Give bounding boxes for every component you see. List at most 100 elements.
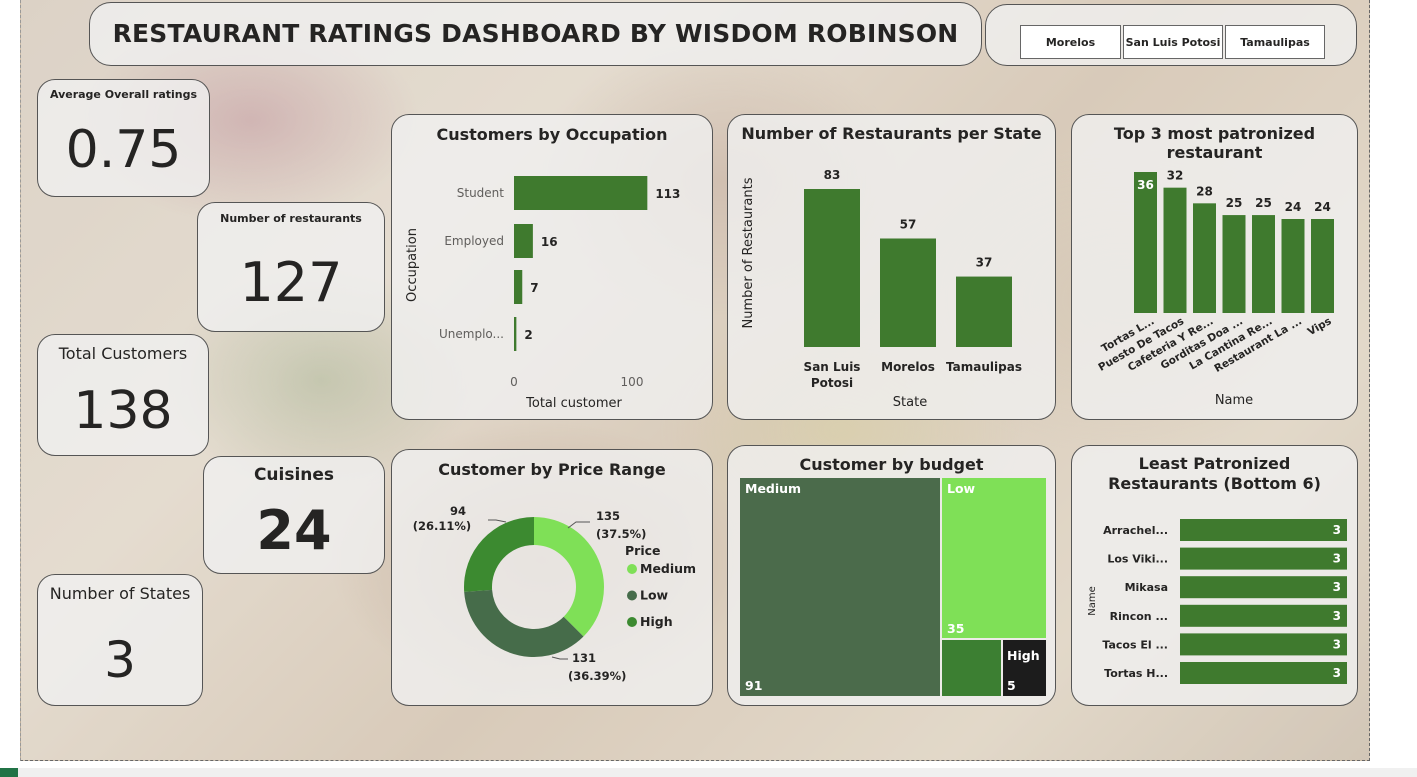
x-axis-title: State bbox=[893, 395, 927, 410]
slicer-tamaulipas[interactable]: Tamaulipas bbox=[1225, 25, 1325, 59]
category-label: Rincon ... bbox=[1110, 610, 1168, 623]
data-label: 131 bbox=[572, 651, 596, 665]
data-label: 3 bbox=[1333, 609, 1341, 623]
category-label: Morelos bbox=[881, 360, 935, 374]
tile-value: 35 bbox=[947, 621, 964, 636]
sheet-tab bbox=[0, 768, 18, 777]
data-label: 32 bbox=[1167, 169, 1184, 183]
data-label: 24 bbox=[1314, 200, 1331, 214]
data-label: 25 bbox=[1226, 196, 1243, 210]
bar bbox=[514, 224, 533, 258]
data-label: 2 bbox=[524, 328, 532, 342]
kpi-value: 127 bbox=[239, 251, 343, 314]
kpi-average-rating: Average Overall ratings 0.75 bbox=[37, 79, 210, 197]
bar bbox=[1180, 547, 1347, 570]
kpi-cuisines: Cuisines 24 bbox=[203, 456, 385, 574]
data-label: 16 bbox=[541, 235, 558, 249]
bar bbox=[1180, 519, 1347, 541]
dashboard-title: RESTAURANT RATINGS DASHBOARD BY WISDOM R… bbox=[112, 19, 959, 48]
category-label: Tortas H... bbox=[1104, 667, 1168, 680]
data-label: 3 bbox=[1333, 666, 1341, 680]
bar bbox=[1134, 172, 1157, 313]
tile-value: 91 bbox=[745, 678, 762, 693]
tick-label: 100 bbox=[621, 375, 644, 389]
least-restaurants-bar-chart: 3 Arrachel... 3 Los Viki... 3 Mikasa 3 Rincon .… bbox=[1087, 519, 1347, 684]
category-label: San Luis Potosi bbox=[804, 360, 861, 390]
data-label: 3 bbox=[1333, 580, 1341, 594]
category-label: Arrachel... bbox=[1103, 524, 1168, 537]
treemap-tile bbox=[942, 478, 1046, 638]
y-axis-title: Occupation bbox=[405, 228, 420, 302]
legend-label: High bbox=[640, 614, 673, 629]
bar bbox=[1222, 215, 1246, 313]
data-label: 3 bbox=[1333, 552, 1341, 566]
kpi-value: 138 bbox=[73, 381, 173, 441]
state-bar-chart: 83 57 37 San Luis Potosi Morelos Tamaulipas Sta… bbox=[741, 168, 1022, 410]
data-label: 57 bbox=[900, 217, 917, 231]
least-restaurants-card: Least Patronized Restaurants (Bottom 6) … bbox=[1071, 445, 1358, 706]
category-label: Vips bbox=[1306, 315, 1334, 338]
slicer-morelos[interactable]: Morelos bbox=[1020, 25, 1121, 59]
data-label-pct: (37.5%) bbox=[596, 527, 646, 541]
donut-slice bbox=[464, 517, 534, 592]
bar bbox=[1193, 203, 1216, 313]
category-label: Los Viki... bbox=[1107, 553, 1168, 566]
data-label: 28 bbox=[1196, 184, 1213, 198]
price-donut-chart: 135 (37.5%) 131 (36.39%) 94(26.11%) Price Medi… bbox=[413, 504, 696, 683]
top-restaurants-bar-chart: 36Tortas L...32Puesto De Tacos28Cafeteri… bbox=[1096, 169, 1334, 408]
state-chart-card: Number of Restaurants per State 83 57 37 Sa… bbox=[727, 114, 1056, 420]
category-label: Tacos El ... bbox=[1102, 638, 1168, 651]
legend-label: Medium bbox=[640, 561, 696, 576]
kpi-label: Total Customers bbox=[58, 344, 188, 363]
kpi-number-of-states: Number of States 3 bbox=[37, 574, 203, 706]
legend-title: Price bbox=[625, 543, 661, 558]
kpi-label: Average Overall ratings bbox=[49, 88, 198, 101]
bar bbox=[514, 317, 517, 351]
occupation-chart-card: Customers by Occupation 113 Student 16 Empl… bbox=[391, 114, 713, 420]
kpi-value: 24 bbox=[256, 499, 332, 562]
category-label: Student bbox=[457, 186, 505, 200]
bottom-strip bbox=[0, 768, 1417, 777]
treemap-tile bbox=[740, 478, 940, 696]
bar bbox=[1281, 219, 1305, 313]
price-range-card: Customer by Price Range 135 (37.5%) 131 (36… bbox=[391, 449, 713, 706]
category-label: Mikasa bbox=[1125, 581, 1168, 594]
category-label: Unemplo... bbox=[439, 327, 504, 341]
y-axis-title: Name bbox=[1087, 586, 1098, 616]
state-slicer: Morelos San Luis Potosi Tamaulipas bbox=[985, 4, 1357, 66]
bar bbox=[514, 176, 648, 210]
bar bbox=[956, 276, 1012, 347]
budget-treemap: Medium 91 Low 35 High 5 bbox=[740, 478, 1046, 696]
y-axis-title: Number of Restaurants bbox=[741, 177, 756, 328]
title-card: RESTAURANT RATINGS DASHBOARD BY WISDOM R… bbox=[89, 2, 982, 66]
kpi-label: Number of restaurants bbox=[220, 212, 362, 225]
leader-line bbox=[488, 519, 507, 523]
kpi-number-of-restaurants: Number of restaurants 127 bbox=[197, 202, 385, 332]
data-label-pct: (26.11%) bbox=[413, 519, 471, 533]
data-label: 37 bbox=[976, 256, 993, 270]
bar bbox=[804, 189, 860, 347]
dashboard-canvas: RESTAURANT RATINGS DASHBOARD BY WISDOM R… bbox=[20, 0, 1370, 761]
data-label: 25 bbox=[1255, 196, 1272, 210]
slicer-san-luis-potosi[interactable]: San Luis Potosi bbox=[1123, 25, 1223, 59]
bar bbox=[1180, 576, 1347, 599]
kpi-label: Cuisines bbox=[253, 465, 335, 485]
leader-line bbox=[551, 656, 568, 660]
data-label: 94 bbox=[450, 504, 466, 518]
data-label: 3 bbox=[1333, 637, 1341, 651]
data-label: 135 bbox=[596, 509, 620, 523]
treemap-tile bbox=[942, 640, 1001, 696]
legend-marker bbox=[627, 617, 637, 627]
bar bbox=[514, 270, 523, 304]
legend-marker bbox=[627, 564, 637, 574]
occupation-bar-chart: 113 Student 16 Employed 7 2 Unemplo... 0 100 Tota… bbox=[405, 176, 680, 411]
tile-label: High bbox=[1007, 648, 1040, 663]
x-axis-title: Name bbox=[1215, 393, 1253, 408]
bar bbox=[1252, 215, 1275, 313]
legend-label: Low bbox=[640, 588, 669, 603]
category-label: Employed bbox=[444, 234, 504, 248]
x-axis-title: Total customer bbox=[525, 396, 622, 411]
kpi-value: 0.75 bbox=[65, 120, 182, 180]
top-restaurants-card: Top 3 most patronized restaurant 36 Torta… bbox=[1071, 114, 1358, 420]
data-label: 24 bbox=[1285, 200, 1302, 214]
